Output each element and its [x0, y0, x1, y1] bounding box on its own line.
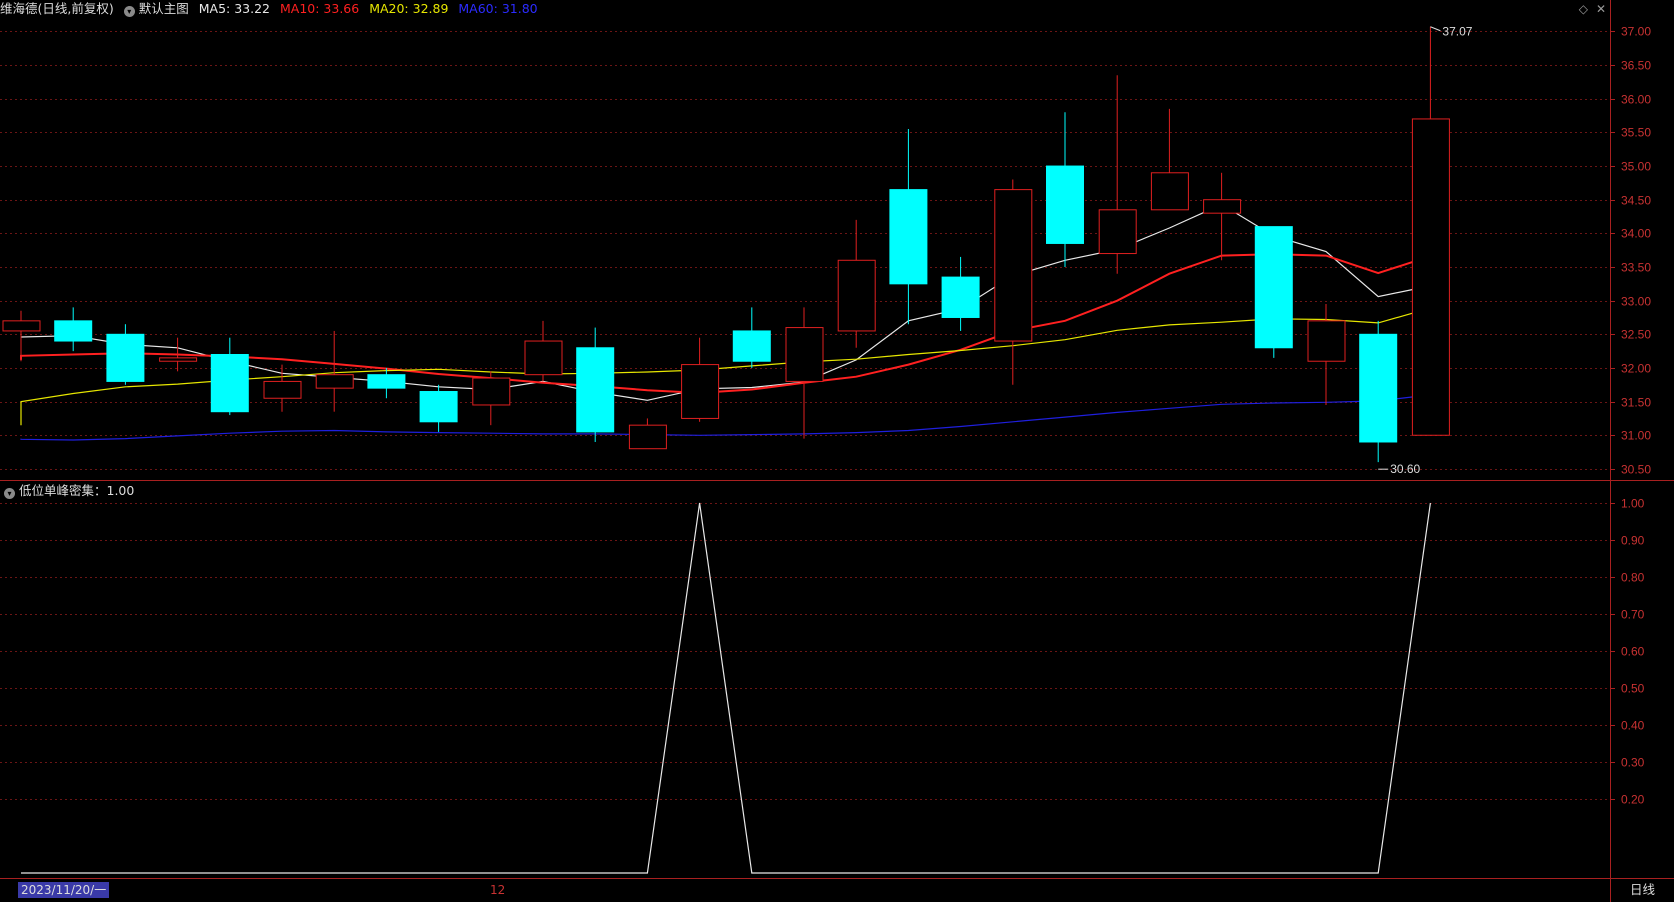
y-tick-label: 34.00 [1621, 227, 1651, 241]
month-tick: 12 [490, 883, 506, 897]
candle-up [315, 374, 354, 389]
indicator-y-tick-label: 1.00 [1621, 497, 1645, 511]
indicator-y-tick-label: 0.80 [1621, 571, 1645, 585]
ma60-legend: MA60: 31.80 [458, 1, 538, 16]
indicator-y-tick-label: 0.50 [1621, 682, 1645, 696]
y-tick-label: 34.50 [1621, 194, 1651, 208]
indicator-y-tick-label: 0.20 [1621, 793, 1645, 807]
settings-circle-icon[interactable]: ▾ [123, 6, 135, 17]
candle-up [628, 424, 667, 450]
close-icon[interactable]: ✕ [1596, 2, 1606, 16]
indicator-y-tick-label: 0.40 [1621, 719, 1645, 733]
low-label: 30.60 [1390, 462, 1420, 476]
high-label: 37.07 [1442, 25, 1472, 39]
candle-up [1150, 172, 1189, 211]
candle-up [1307, 320, 1346, 362]
candle-down [941, 276, 980, 318]
candle-up [159, 357, 198, 362]
candle-up [837, 259, 876, 332]
indicator-header: ▾ 低位单峰密集：1.00 [0, 482, 134, 500]
y-tick-label: 37.00 [1621, 25, 1651, 39]
window-controls: ◇ ✕ [1571, 2, 1606, 16]
main-chart-header: 维海德(日线,前复权) ▾ 默认主图 MA5: 33.22 MA10: 33.66 … [0, 0, 1600, 18]
candle-down [1359, 333, 1398, 443]
candle-down [54, 320, 93, 342]
y-tick-label: 32.00 [1621, 362, 1651, 376]
crosshair-date: 2023/11/20/一 [18, 882, 110, 898]
template-label[interactable]: 默认主图 [139, 1, 189, 16]
candle-down [576, 347, 615, 433]
candle-down [210, 353, 249, 413]
y-tick-label: 32.50 [1621, 328, 1651, 342]
indicator-y-tick-label: 0.90 [1621, 534, 1645, 548]
indicator-y-tick-label: 0.30 [1621, 756, 1645, 770]
candle-down [1046, 165, 1084, 244]
indicator-line [21, 502, 1431, 874]
indicator-title: 低位单峰密集：1.00 [19, 483, 135, 498]
indicator-y-tick-label: 0.70 [1621, 608, 1645, 622]
y-tick-label: 33.50 [1621, 261, 1651, 275]
candle-down [419, 391, 458, 423]
diamond-icon[interactable]: ◇ [1579, 2, 1588, 16]
y-tick-label: 31.50 [1621, 396, 1651, 410]
y-tick-label: 33.00 [1621, 295, 1651, 309]
candle-up [785, 327, 824, 382]
candle-up [2, 320, 41, 332]
ma10-legend: MA10: 33.66 [279, 1, 360, 16]
candle-down [106, 333, 145, 382]
high-pointer [1430, 26, 1441, 32]
indicator-y-tick-label: 0.60 [1621, 645, 1645, 659]
y-tick-label: 35.00 [1621, 160, 1651, 174]
candle-up [1203, 199, 1242, 214]
y-tick-label: 36.00 [1621, 93, 1651, 107]
candle-up [524, 340, 563, 376]
stock-chart[interactable]: 30.50 31.00 31.50 32.00 32.50 33.00 33.50 34.00… [0, 0, 1674, 902]
y-tick-label: 30.50 [1621, 463, 1651, 477]
period-button[interactable]: 日线 [1630, 882, 1655, 898]
ma5-legend: MA5: 33.22 [198, 1, 270, 16]
candle-up [472, 377, 511, 406]
candle-up [681, 364, 720, 419]
candle-down [1254, 226, 1293, 349]
y-tick-label: 36.50 [1621, 59, 1651, 73]
ma20-legend: MA20: 32.89 [369, 1, 449, 16]
candle-down [367, 374, 406, 389]
y-tick-label: 31.00 [1621, 429, 1651, 443]
candle-up [263, 380, 302, 399]
candle-up [994, 189, 1033, 342]
candle-up [1098, 209, 1137, 255]
indicator-settings-icon[interactable]: ▾ [4, 488, 15, 499]
y-tick-label: 35.50 [1621, 126, 1651, 140]
stock-name: 维海德(日线,前复权) [0, 1, 114, 16]
candle-down [889, 189, 928, 285]
candle-down [732, 330, 771, 362]
candle-up [1411, 118, 1450, 436]
